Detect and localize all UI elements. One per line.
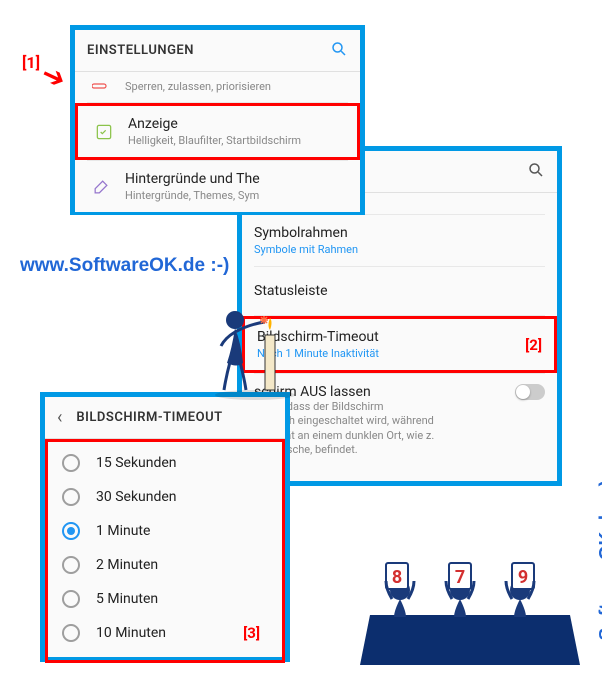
judge-score-1: 8 bbox=[392, 567, 402, 588]
row-symbolrahmen[interactable]: Symbolrahmen Symbole mit Rahmen bbox=[242, 215, 557, 266]
radio-label: 2 Minuten bbox=[96, 557, 158, 573]
judge-score-3: 9 bbox=[518, 567, 528, 588]
radio-30s[interactable]: 30 Sekunden bbox=[48, 480, 282, 514]
row-sub: Hintergründe, Themes, Sym bbox=[125, 189, 348, 202]
row-title: Anzeige bbox=[128, 116, 345, 132]
search-icon[interactable] bbox=[527, 161, 545, 183]
panel-timeout-options: ‹ BILDSCHIRM-TIMEOUT 15 Sekunden 30 Seku… bbox=[40, 392, 290, 662]
judge-score-2: 7 bbox=[455, 567, 465, 588]
panel3-title: BILDSCHIRM-TIMEOUT bbox=[76, 410, 273, 425]
watermark-horizontal: www.SoftwareOK.de :-) bbox=[20, 255, 229, 277]
panel1-header: EINSTELLUNGEN bbox=[75, 30, 360, 72]
row-sperren[interactable]: Sperren, zulassen, priorisieren bbox=[75, 72, 360, 102]
row-title: Hintergründe und The bbox=[125, 171, 348, 187]
row-sub: Helligkeit, Blaufilter, Startbildschirm bbox=[128, 134, 345, 147]
brush-icon bbox=[87, 177, 115, 197]
panel3-header: ‹ BILDSCHIRM-TIMEOUT bbox=[45, 397, 285, 439]
row-icon-placeholder bbox=[87, 80, 115, 90]
radio-5m[interactable]: 5 Minuten bbox=[48, 582, 282, 616]
annotation-1: [1] bbox=[22, 53, 40, 72]
annotation-3: [3] bbox=[243, 624, 268, 642]
toggle-aus-lassen[interactable] bbox=[515, 384, 545, 400]
panel1-title: EINSTELLUNGEN bbox=[87, 43, 330, 58]
watermark-vertical: www.SoftwareOK.de :-) bbox=[596, 480, 602, 689]
radio-icon bbox=[62, 488, 80, 506]
annotation-arrow-1: ➔ bbox=[36, 57, 71, 97]
radio-label: 30 Sekunden bbox=[96, 489, 177, 505]
radio-icon bbox=[62, 590, 80, 608]
radio-icon bbox=[62, 522, 80, 540]
back-icon[interactable]: ‹ bbox=[57, 407, 62, 428]
row-title: Symbolrahmen bbox=[254, 225, 545, 241]
radio-label: 1 Minute bbox=[96, 523, 150, 539]
cartoon-figure-candle bbox=[210, 290, 300, 400]
radio-label: 10 Minuten bbox=[96, 625, 166, 641]
row-sub: ndern, dass der Bildschirm sichtlich ein… bbox=[254, 400, 515, 457]
row-sub: Sperren, zulassen, priorisieren bbox=[125, 80, 348, 93]
cartoon-figure-judges: 8 7 9 bbox=[360, 555, 580, 665]
radio-icon bbox=[62, 454, 80, 472]
row-hintergruende[interactable]: Hintergründe und The Hintergründe, Theme… bbox=[75, 161, 360, 212]
radio-label: 15 Sekunden bbox=[96, 455, 177, 471]
radio-10m[interactable]: 10 Minuten [3] bbox=[48, 616, 282, 650]
row-anzeige[interactable]: Anzeige Helligkeit, Blaufilter, Startbil… bbox=[75, 103, 360, 160]
panel-einstellungen: EINSTELLUNGEN Sperren, zulassen, prioris… bbox=[70, 25, 365, 215]
radio-15s[interactable]: 15 Sekunden bbox=[48, 446, 282, 480]
radio-icon bbox=[62, 556, 80, 574]
radio-2m[interactable]: 2 Minuten bbox=[48, 548, 282, 582]
radio-icon bbox=[62, 624, 80, 642]
radio-1m[interactable]: 1 Minute bbox=[48, 514, 282, 548]
search-icon[interactable] bbox=[330, 40, 348, 62]
timeout-radio-group: 15 Sekunden 30 Sekunden 1 Minute 2 Minut… bbox=[45, 439, 285, 663]
display-icon bbox=[90, 122, 118, 142]
radio-label: 5 Minuten bbox=[96, 591, 158, 607]
annotation-2: [2] bbox=[525, 336, 542, 354]
row-sub: Symbole mit Rahmen bbox=[254, 243, 545, 256]
